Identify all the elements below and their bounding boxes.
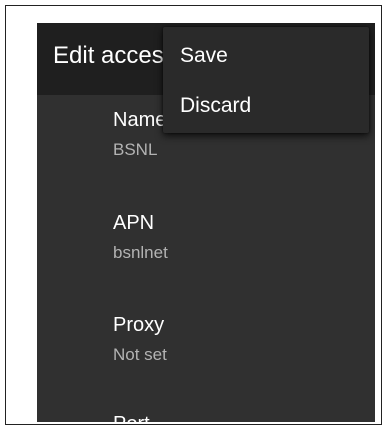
settings-screen: Edit access point Name BSNL APN bsnlnet … [37, 23, 375, 422]
screenshot-frame: Edit access point Name BSNL APN bsnlnet … [5, 5, 382, 425]
pref-summary: BSNL [113, 140, 158, 159]
pref-title: Port [113, 412, 150, 422]
pref-summary: bsnlnet [113, 243, 168, 262]
pref-title: APN [113, 212, 155, 234]
pref-item-port[interactable]: Port [113, 412, 150, 422]
menu-item-save[interactable]: Save [163, 32, 369, 80]
menu-item-discard[interactable]: Discard [163, 82, 369, 130]
pref-item-apn[interactable]: APN bsnlnet [113, 211, 168, 264]
pref-title: Proxy [113, 314, 165, 336]
pref-summary: Not set [113, 345, 167, 364]
pref-item-name[interactable]: Name BSNL [113, 108, 166, 161]
overflow-menu: Save Discard [163, 27, 369, 133]
pref-title: Name [113, 109, 167, 131]
pref-item-proxy[interactable]: Proxy Not set [113, 313, 167, 366]
